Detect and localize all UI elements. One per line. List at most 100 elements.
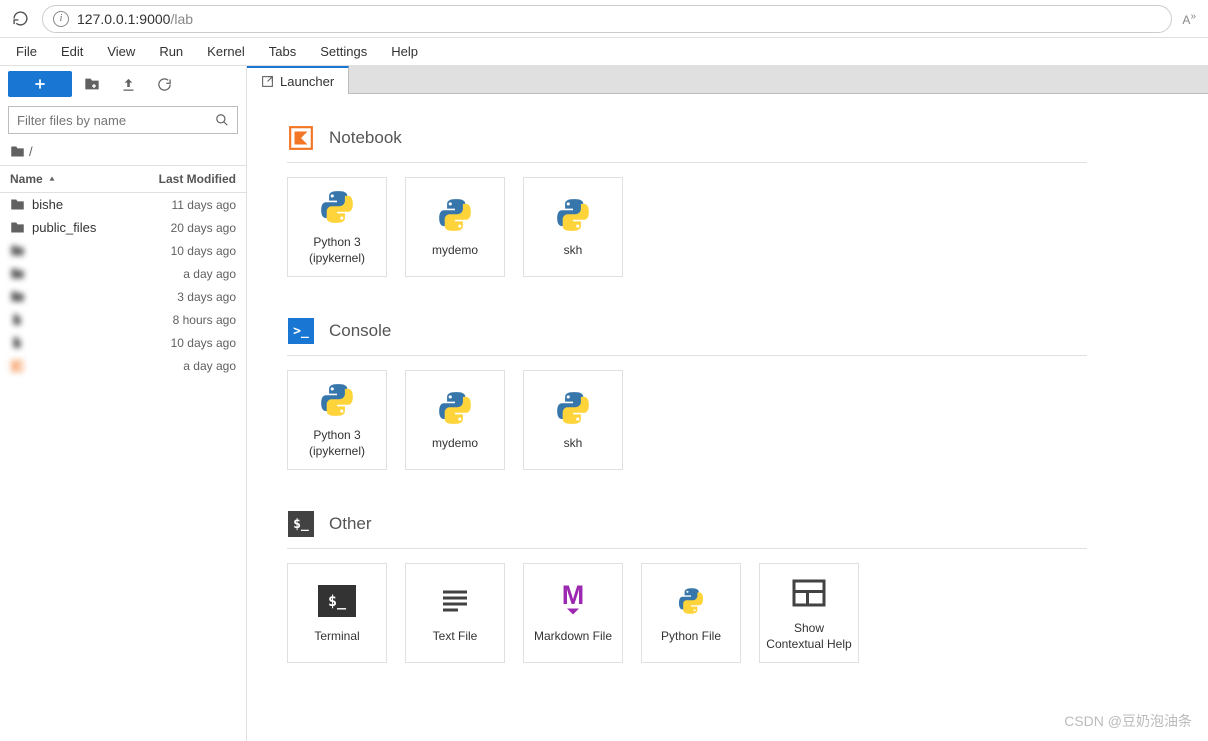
menu-help[interactable]: Help: [379, 40, 430, 63]
launcher-section-other: $_ Other $_ Terminal Text File M Markdown…: [287, 510, 1087, 663]
card-label: mydemo: [432, 436, 478, 452]
reload-icon: [12, 10, 29, 27]
menu-run[interactable]: Run: [147, 40, 195, 63]
file-row[interactable]: 8 hours ago: [0, 308, 246, 331]
filter-wrap: [0, 102, 246, 138]
header-name-col[interactable]: Name: [10, 172, 159, 186]
reload-button[interactable]: [8, 7, 32, 31]
card-label: Terminal: [314, 629, 359, 645]
filter-input[interactable]: [17, 113, 215, 128]
file-row[interactable]: 10 days ago: [0, 331, 246, 354]
sort-asc-icon: [47, 174, 57, 184]
file-modified: a day ago: [183, 267, 236, 281]
other-section-icon: $_: [287, 510, 315, 538]
svg-text:M: M: [562, 583, 585, 610]
file-name: [28, 312, 173, 327]
file-name: [28, 358, 183, 373]
launcher-card[interactable]: Python File: [641, 563, 741, 663]
file-row[interactable]: 10 days ago: [0, 239, 246, 262]
launcher-card[interactable]: skh: [523, 370, 623, 470]
file-list-header: Name Last Modified: [0, 166, 246, 193]
menu-kernel[interactable]: Kernel: [195, 40, 257, 63]
file-list: bishe 11 days ago public_files 20 days a…: [0, 193, 246, 741]
file-type-icon: [10, 266, 28, 281]
address-bar[interactable]: i 127.0.0.1:9000/lab: [42, 5, 1172, 33]
file-row[interactable]: public_files 20 days ago: [0, 216, 246, 239]
launcher-card[interactable]: M Markdown File: [523, 563, 623, 663]
section-head: $_ Other: [287, 510, 1087, 549]
breadcrumb[interactable]: /: [0, 138, 246, 166]
python-icon: [435, 388, 475, 428]
python-icon: [317, 380, 357, 420]
launcher-card[interactable]: Python 3 (ipykernel): [287, 370, 387, 470]
search-icon: [215, 113, 229, 127]
file-modified: 8 hours ago: [173, 313, 236, 327]
header-modified-col[interactable]: Last Modified: [159, 172, 236, 186]
file-name: [28, 335, 171, 350]
card-label: Python 3 (ipykernel): [294, 428, 380, 459]
file-type-icon: [10, 197, 28, 212]
file-type-icon: [10, 359, 28, 373]
menu-tabs[interactable]: Tabs: [257, 40, 308, 63]
launcher-card[interactable]: mydemo: [405, 177, 505, 277]
python-icon: [553, 195, 593, 235]
launcher-card[interactable]: Text File: [405, 563, 505, 663]
notebook-section-icon: [287, 124, 315, 152]
menu-view[interactable]: View: [95, 40, 147, 63]
file-row[interactable]: 3 days ago: [0, 285, 246, 308]
new-folder-button[interactable]: [76, 71, 108, 97]
launcher-card[interactable]: Python 3 (ipykernel): [287, 177, 387, 277]
folder-icon: [10, 144, 25, 159]
file-name: public_files: [28, 220, 171, 235]
section-title: Other: [329, 514, 372, 534]
file-name: [28, 289, 177, 304]
content-area: Launcher Notebook Python 3 (ipykernel) m…: [247, 66, 1208, 741]
plus-icon: [33, 77, 47, 91]
file-modified: a day ago: [183, 359, 236, 373]
file-row[interactable]: bishe 11 days ago: [0, 193, 246, 216]
tab-launcher[interactable]: Launcher: [247, 66, 349, 94]
file-type-icon: [10, 312, 28, 327]
launcher-panel: Notebook Python 3 (ipykernel) mydemo skh…: [247, 94, 1208, 741]
main-area: / Name Last Modified bishe 11 days ago p…: [0, 66, 1208, 741]
upload-button[interactable]: [112, 71, 144, 97]
tab-label: Launcher: [280, 74, 334, 89]
launcher-card[interactable]: mydemo: [405, 370, 505, 470]
launcher-card[interactable]: skh: [523, 177, 623, 277]
card-label: Text File: [433, 629, 478, 645]
browser-menu-indicator: A»: [1182, 11, 1200, 27]
refresh-button[interactable]: [148, 71, 180, 97]
card-label: mydemo: [432, 243, 478, 259]
menu-settings[interactable]: Settings: [308, 40, 379, 63]
console-section-icon: >_: [287, 317, 315, 345]
browser-bar: i 127.0.0.1:9000/lab A»: [0, 0, 1208, 38]
launcher-card[interactable]: Show Contextual Help: [759, 563, 859, 663]
cards: Python 3 (ipykernel) mydemo skh: [287, 370, 1087, 470]
file-type-icon: [10, 289, 28, 304]
menu-file[interactable]: File: [4, 40, 49, 63]
section-head: >_ Console: [287, 317, 1087, 356]
upload-icon: [121, 77, 136, 92]
file-type-icon: [10, 243, 28, 258]
file-name: [28, 243, 171, 258]
tab-bar: Launcher: [247, 66, 1208, 94]
file-modified: 11 days ago: [172, 198, 237, 212]
section-head: Notebook: [287, 124, 1087, 163]
file-type-icon: [10, 335, 28, 350]
refresh-icon: [157, 77, 172, 92]
python-icon: [317, 187, 357, 227]
cards: Python 3 (ipykernel) mydemo skh: [287, 177, 1087, 277]
file-modified: 3 days ago: [177, 290, 236, 304]
launcher-card[interactable]: $_ Terminal: [287, 563, 387, 663]
markdown-icon: M: [553, 581, 593, 621]
python-icon: [435, 195, 475, 235]
launcher-tab-icon: [261, 75, 274, 88]
file-type-icon: [10, 220, 28, 235]
file-browser-sidebar: / Name Last Modified bishe 11 days ago p…: [0, 66, 247, 741]
file-row[interactable]: a day ago: [0, 354, 246, 377]
cards: $_ Terminal Text File M Markdown File Pyt…: [287, 563, 1087, 663]
launcher-section-console: >_ Console Python 3 (ipykernel) mydemo s…: [287, 317, 1087, 470]
file-row[interactable]: a day ago: [0, 262, 246, 285]
new-launcher-button[interactable]: [8, 71, 72, 97]
menu-edit[interactable]: Edit: [49, 40, 95, 63]
